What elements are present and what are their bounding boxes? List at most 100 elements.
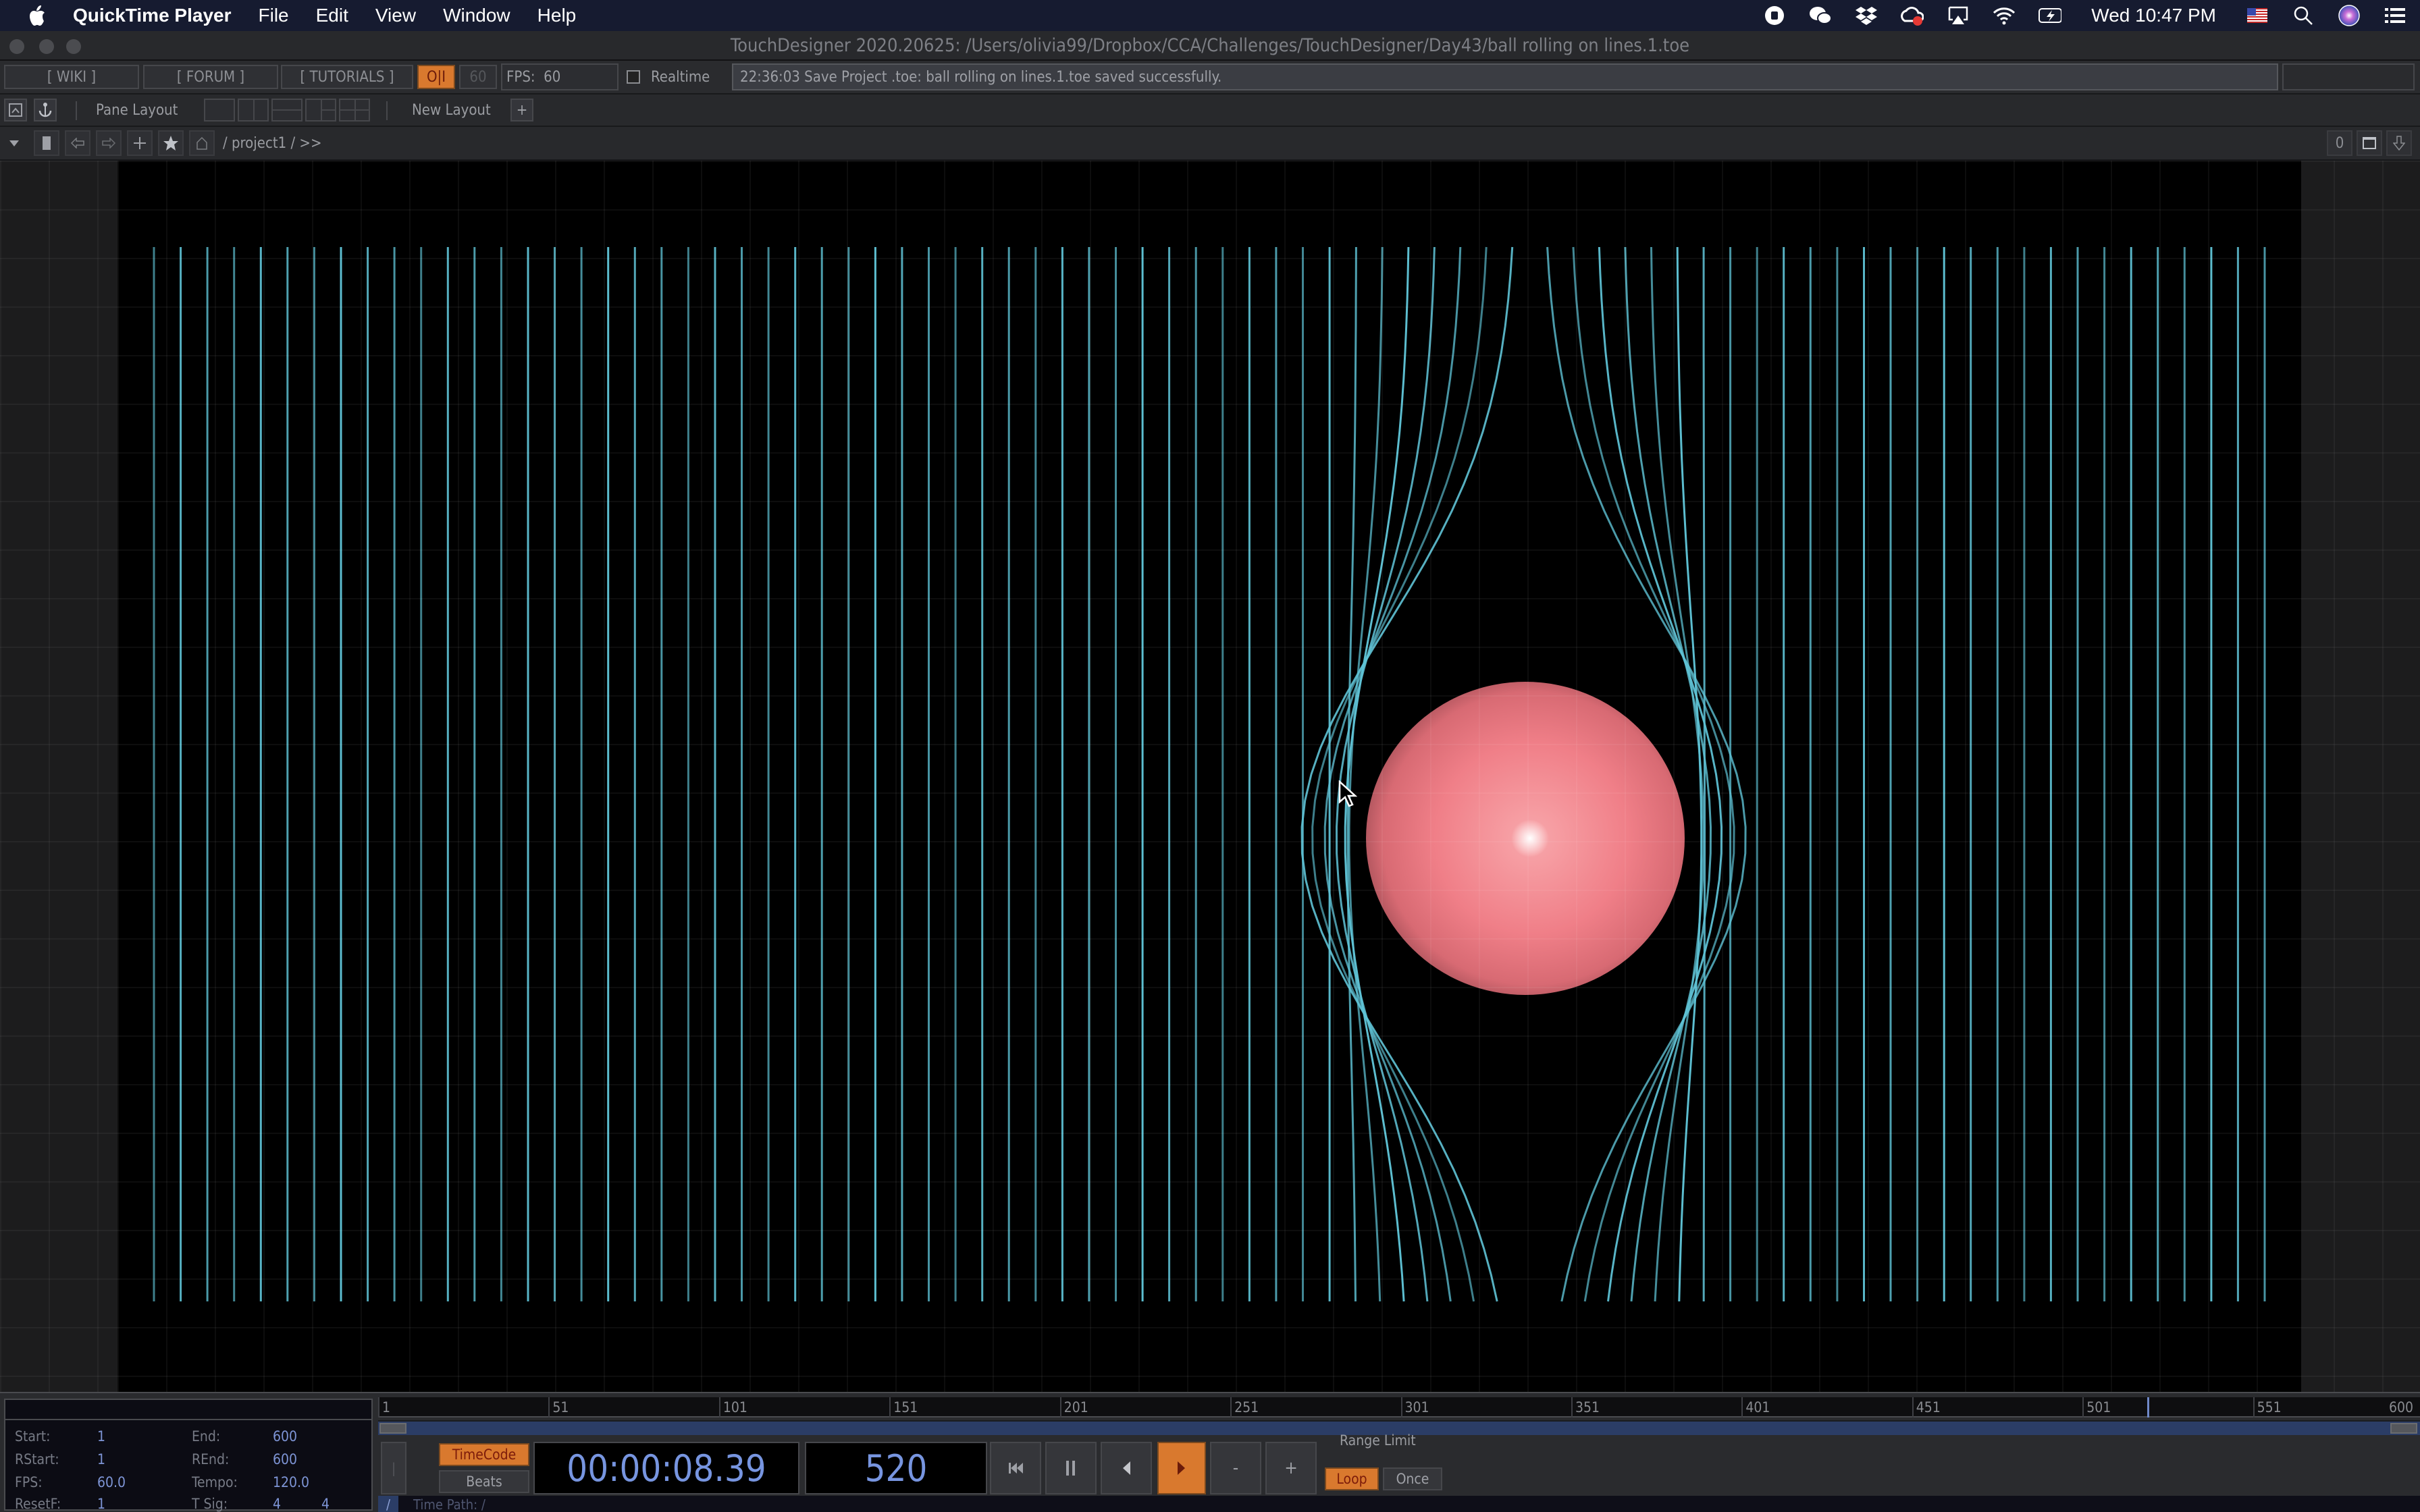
dropbox-icon[interactable] [1855,4,1878,27]
divider [76,101,77,120]
layout-single-button[interactable] [204,99,235,122]
apple-menu-icon[interactable] [27,4,47,27]
timeline-settings: Start: 1 End: 600 RStart: 1 REnd: 600 FP… [4,1399,373,1512]
forum-button[interactable]: [ FORUM ] [143,65,278,89]
menu-help[interactable]: Help [537,5,577,26]
tempo-value[interactable]: 120.0 [273,1474,309,1490]
step-forward-button[interactable]: + [1265,1442,1317,1494]
time-path-bar: / Time Path: / [378,1496,2420,1512]
time-path-root-button[interactable]: / [378,1496,398,1512]
timeline-ruler[interactable]: 1 51 101 151 201 251 301 351 401 451 501 551 600 [378,1397,2420,1418]
fps-setting-value[interactable]: 60.0 [97,1474,126,1490]
network-path[interactable]: / project1 / >> [223,135,322,152]
end-value[interactable]: 600 [273,1428,297,1444]
layout-three-pane-button[interactable] [305,99,336,122]
start-label: Start: [15,1428,51,1444]
fps-dim-indicator: 60 [459,65,497,89]
control-center-icon[interactable] [2384,4,2406,27]
maximize-pane-icon[interactable] [2357,130,2382,156]
wechat-icon[interactable] [1809,4,1833,27]
rend-value[interactable]: 600 [273,1451,297,1467]
timecode-display[interactable]: 00:00:08.39 [533,1442,799,1494]
screen-record-icon[interactable] [1763,4,1786,27]
star-icon[interactable] [158,130,184,156]
pane-layout-label: Pane Layout [96,102,178,119]
menu-edit[interactable]: Edit [316,5,348,26]
app-name-menu[interactable]: QuickTime Player [73,5,232,26]
play-reverse-button[interactable] [1101,1442,1152,1494]
fps-value: 60 [544,68,561,86]
render-viewport[interactable] [0,161,2420,1392]
scene-canvas [153,246,2266,1302]
menu-view[interactable]: View [375,5,416,26]
stop-icon[interactable] [34,130,59,156]
step-back-button[interactable]: - [1210,1442,1261,1494]
us-flag-icon[interactable] [2246,4,2269,27]
spotlight-search-icon[interactable] [2292,4,2315,27]
menu-file[interactable]: File [259,5,289,26]
fps-field[interactable]: FPS: 60 [501,63,619,90]
siri-icon[interactable] [2338,4,2361,27]
dropdown-arrow-icon[interactable] [1,130,27,156]
scroll-handle-left[interactable] [379,1423,406,1434]
resetf-value[interactable]: 1 [97,1496,105,1512]
ruler-tick: 351 [1571,1397,1600,1418]
add-icon[interactable] [127,130,153,156]
loop-button[interactable]: Loop [1325,1467,1379,1490]
add-layout-button[interactable]: + [510,99,533,122]
forward-arrow-icon[interactable] [96,130,122,156]
timecode-mode-button[interactable]: TimeCode [439,1443,529,1466]
ruler-tick: 251 [1230,1397,1259,1418]
wiki-button[interactable]: [ WIKI ] [4,65,139,89]
home-icon[interactable] [189,130,215,156]
layout-horizontal-split-button[interactable] [271,99,302,122]
line-strand [1676,246,1703,1302]
ruler-tick: 51 [548,1397,569,1418]
divider [386,101,388,120]
power-toggle-button[interactable]: O|I [417,65,455,89]
pink-sphere [1366,682,1685,995]
timeline-settings-header [5,1400,371,1420]
pause-button[interactable] [1045,1442,1097,1494]
wifi-icon[interactable] [1993,4,2016,27]
airplay-icon[interactable] [1947,4,1970,27]
render-output[interactable] [117,161,2301,1392]
macos-menu-bar: QuickTime Player File Edit View Window H… [0,0,2420,31]
window-title-bar: TouchDesigner 2020.20625: /Users/olivia9… [0,31,2420,61]
tutorials-button[interactable]: [ TUTORIALS ] [281,65,413,89]
import-arrow-icon[interactable] [2386,130,2412,156]
beats-mode-button[interactable]: Beats [439,1470,529,1493]
tsig-numerator[interactable]: 4 [273,1496,281,1512]
realtime-checkbox[interactable] [627,70,640,84]
window-title: TouchDesigner 2020.20625: /Users/olivia9… [730,35,1690,56]
line-field [153,246,2266,1302]
ruler-tick: 551 [2253,1397,2282,1418]
rstart-value[interactable]: 1 [97,1451,105,1467]
ruler-tick: 1 [378,1397,390,1418]
once-button[interactable]: Once [1383,1467,1442,1490]
ruler-tick: 451 [1912,1397,1941,1418]
anchor-icon[interactable] [34,99,57,122]
menu-window[interactable]: Window [443,5,510,26]
sphere-highlight [1511,819,1549,857]
timeline-toggle-button[interactable]: | [381,1442,406,1494]
frame-display[interactable]: 520 [805,1442,987,1494]
tsig-denominator[interactable]: 4 [321,1496,330,1512]
timeline-panel: Start: 1 End: 600 RStart: 1 REnd: 600 FP… [0,1392,2420,1512]
pane-expand-icon[interactable] [4,99,27,122]
ruler-tick: 201 [1059,1397,1088,1418]
scroll-handle-right[interactable] [2390,1423,2417,1434]
back-arrow-icon[interactable] [65,130,90,156]
pane-index-button[interactable]: 0 [2327,130,2352,156]
creative-cloud-icon[interactable] [1901,4,1924,27]
start-value[interactable]: 1 [97,1428,105,1444]
touchdesigner-top-bar: [ WIKI ] [ FORUM ] [ TUTORIALS ] O|I 60 … [0,61,2420,94]
play-forward-button[interactable] [1157,1442,1206,1494]
playhead[interactable] [2147,1397,2150,1418]
layout-vertical-split-button[interactable] [238,99,269,122]
layout-four-pane-button[interactable] [339,99,370,122]
menu-bar-clock[interactable]: Wed 10:47 PM [2091,5,2216,26]
ruler-tick: 151 [889,1397,918,1418]
rewind-to-start-button[interactable] [990,1442,1041,1494]
tsig-label: T Sig: [192,1496,228,1512]
